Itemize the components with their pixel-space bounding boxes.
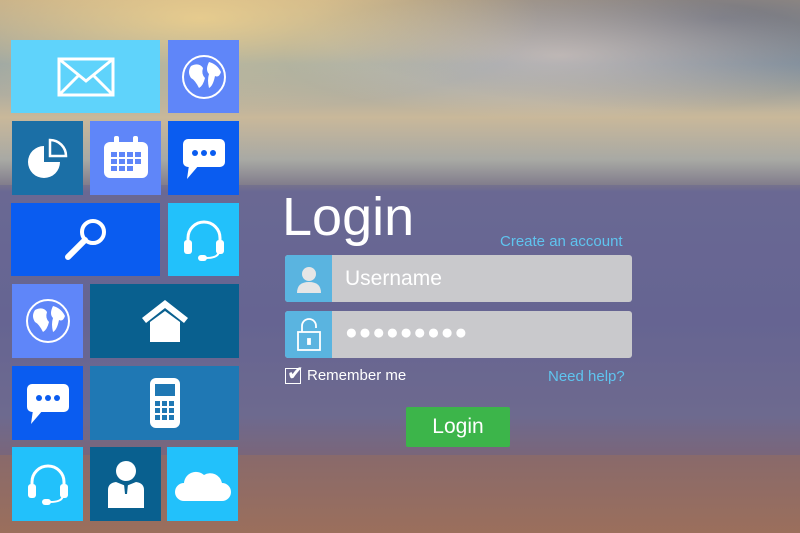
tile-calendar[interactable]: [90, 121, 161, 195]
search-icon: [64, 218, 106, 260]
globe-icon: [25, 299, 70, 343]
tile-home[interactable]: [90, 284, 239, 358]
headset-icon: [27, 464, 68, 505]
remember-me-label: Remember me: [307, 367, 407, 384]
user-icon: [285, 255, 332, 302]
tile-support[interactable]: [168, 203, 239, 276]
login-button[interactable]: Login: [406, 407, 510, 447]
chat-icon: [182, 139, 225, 179]
mail-icon: [57, 57, 114, 96]
tile-mail[interactable]: [11, 40, 160, 113]
home-icon: [141, 300, 188, 342]
mobile-phone-icon: [149, 378, 180, 428]
chat-icon: [26, 384, 69, 424]
page-title: Login: [282, 187, 415, 247]
tile-globe-2[interactable]: [12, 284, 83, 358]
tile-chat[interactable]: [168, 121, 239, 195]
tile-chat-2[interactable]: [12, 366, 83, 440]
unlock-icon: [285, 311, 332, 358]
username-input[interactable]: Username: [285, 255, 632, 302]
tile-search[interactable]: [11, 203, 160, 276]
tile-globe[interactable]: [168, 40, 239, 113]
headset-icon: [183, 220, 224, 261]
tile-phone[interactable]: [90, 366, 239, 440]
password-input[interactable]: ●●●●●●●●●: [285, 311, 632, 358]
tile-cloud[interactable]: [167, 447, 238, 521]
pie-chart-icon: [27, 138, 67, 178]
cloud-icon: [174, 471, 231, 501]
password-value: ●●●●●●●●●: [345, 321, 469, 344]
tile-support-2[interactable]: [12, 447, 83, 521]
checkbox[interactable]: ✔: [285, 363, 304, 385]
remember-me-checkbox[interactable]: ✔ Remember me: [285, 363, 407, 385]
user-icon: [107, 461, 144, 508]
create-account-link[interactable]: Create an account: [500, 233, 623, 250]
need-help-link[interactable]: Need help?: [548, 368, 625, 385]
tile-analytics[interactable]: [12, 121, 83, 195]
globe-icon: [181, 54, 226, 99]
username-placeholder: Username: [345, 267, 442, 290]
tile-user[interactable]: [90, 447, 161, 521]
calendar-icon: [103, 136, 148, 178]
checkmark-icon: ✔: [287, 362, 304, 385]
